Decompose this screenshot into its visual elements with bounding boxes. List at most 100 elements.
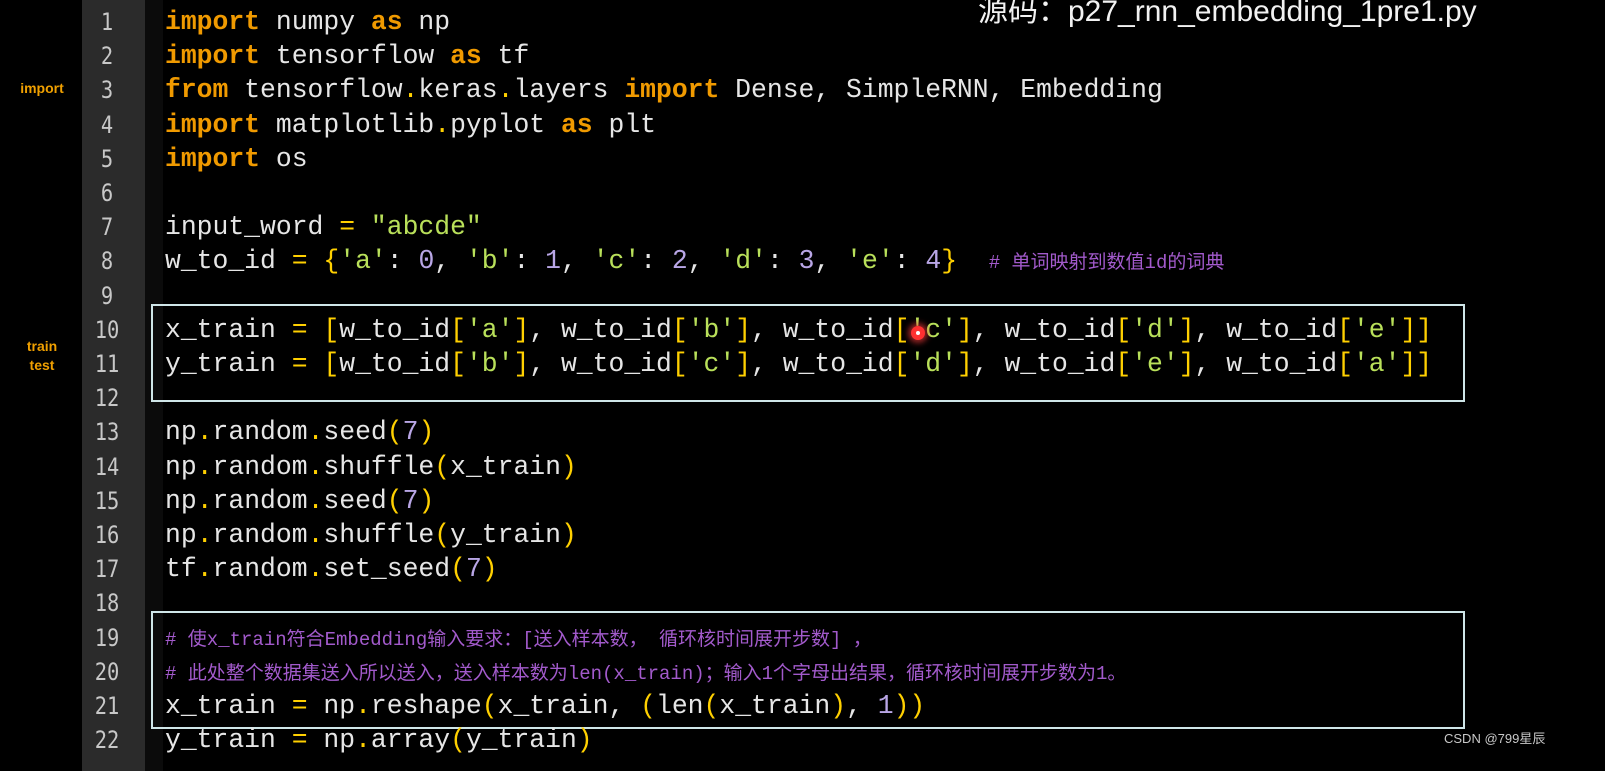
code-token-pl: seed [323,417,387,448]
code-token-br: ( [703,691,720,721]
code-token-pl: np [402,7,451,37]
code-token-op: . [196,451,213,482]
code-token-br: ) [560,520,577,550]
code-token-pl: , w_to_id [1194,314,1338,345]
code-line[interactable]: import matplotlib.pyplot as plt [165,108,656,142]
code-token-op: . [307,554,324,585]
code-token-num: 7 [402,417,419,448]
code-token-str: 'b' [687,314,736,345]
code-token-pl: input_word [165,212,340,243]
code-token-pl: x_train [165,314,292,345]
code-token-op: = [291,725,308,756]
code-token-kw: as [370,7,403,37]
code-token-br: ( [640,691,656,721]
code-line[interactable]: input_word = "abcde" [165,210,482,244]
code-token-pl: : [893,246,926,277]
code-line[interactable]: y_train = [w_to_id['b'], w_to_id['c'], w… [165,347,1432,381]
code-token-br: [ [893,349,910,379]
line-number: 1 [100,8,114,36]
code-token-pl: layers [513,75,625,106]
code-token-pl: w_to_id [339,314,451,345]
code-token-pl: x_train [450,451,561,482]
code-token-pl: y_train [165,349,292,379]
code-line[interactable]: x_train = [w_to_id['a'], w_to_id['b'], w… [165,313,1432,347]
code-token-op: = [291,691,308,721]
code-token-br: ) [418,417,435,448]
code-token-br: ] [956,314,973,345]
code-line[interactable]: # 使x_train符合Embedding输入要求：[送入样本数， 循环核时间展… [165,621,872,657]
code-token-str: 'd' [1131,314,1179,345]
code-token-br: ) [418,485,435,516]
code-token-cm: # 单词映射到数值id的词典 [988,252,1225,275]
code-token-br: [ [450,349,466,379]
code-token-pl: , [846,691,878,721]
code-token-br: [ [450,314,466,345]
code-token-br: [ [323,314,340,345]
code-line[interactable]: import os [165,142,308,176]
code-token-pl: , [687,246,720,277]
line-number: 19 [94,623,120,652]
line-number: 2 [100,42,114,71]
code-token-br: ( [386,485,403,516]
code-token-pl: , w_to_id [1194,349,1338,379]
code-token-pl: tf [165,554,197,585]
code-token-pl: os [260,143,308,174]
code-line[interactable]: # 此处整个数据集送入所以送入，送入样本数为len(x_train)；输入1个字… [165,655,1126,691]
code-line[interactable]: from tensorflow.keras.layers import Dens… [165,73,1163,107]
annotation-import: import [20,80,64,96]
code-token-pl: shuffle [323,520,435,550]
line-number: 14 [94,452,120,481]
code-token-br: ] [513,314,530,345]
code-line[interactable]: np.random.shuffle(y_train) [165,518,577,552]
code-token-pl: : [766,246,799,277]
watermark: CSDN @799星辰 [1444,731,1546,746]
code-line[interactable]: w_to_id = {'a': 0, 'b': 1, 'c': 2, 'd': … [165,244,1224,280]
line-number: 5 [100,144,114,173]
code-line[interactable]: x_train = np.reshape(x_train, (len(x_tra… [165,689,925,723]
code-token-br: ( [386,417,403,448]
code-token-kw: import [165,41,261,72]
source-file-title: 源码：p27_rnn_embedding_1pre1.py [978,0,1477,28]
code-token-br: [ [893,314,910,345]
code-token-br: ]] [1400,314,1433,345]
code-token-br: ] [1178,349,1195,379]
code-token-br: [ [1115,314,1132,345]
code-token-str: 'd' [909,349,957,379]
code-token-pl: random [212,451,308,482]
code-token-op: = [339,212,356,243]
code-token-kw: import [165,7,261,37]
code-token-kw: from [165,75,229,106]
code-token-br: ( [450,725,466,756]
code-token-str: 'c' [592,246,641,277]
code-token-pl: y_train [465,725,577,756]
code-line[interactable]: np.random.seed(7) [165,484,434,518]
code-token-str: 'a' [339,246,387,277]
code-token-br: ) [576,725,593,756]
code-line[interactable]: import numpy as np [165,5,450,39]
code-token-pl: random [212,520,308,550]
code-token-op: = [291,314,308,345]
code-token-str: 'd' [719,246,767,277]
code-token-pl: tensorflow [260,41,451,72]
line-number: 6 [100,179,114,207]
code-token-br: ] [735,314,752,345]
code-token-kw: import [165,143,261,174]
code-line[interactable]: np.random.seed(7) [165,415,434,449]
code-token-pl: numpy [260,7,371,37]
code-line[interactable]: import tensorflow as tf [165,39,529,73]
code-token-br: } [941,246,958,277]
code-line[interactable]: y_train = np.array(y_train) [165,723,593,757]
line-number: 9 [100,281,114,310]
code-token-num: 0 [418,246,435,277]
code-line[interactable]: tf.random.set_seed(7) [165,552,498,586]
code-token-pl: keras [418,75,498,106]
code-token-pl: , w_to_id [751,349,894,379]
code-token-op: . [196,554,213,585]
code-token-pl: tensorflow [228,75,403,106]
code-line[interactable]: np.random.shuffle(x_train) [165,450,577,484]
code-token-pl: : [513,246,546,277]
code-token-pl: , [561,246,593,277]
line-number: 11 [94,350,120,378]
